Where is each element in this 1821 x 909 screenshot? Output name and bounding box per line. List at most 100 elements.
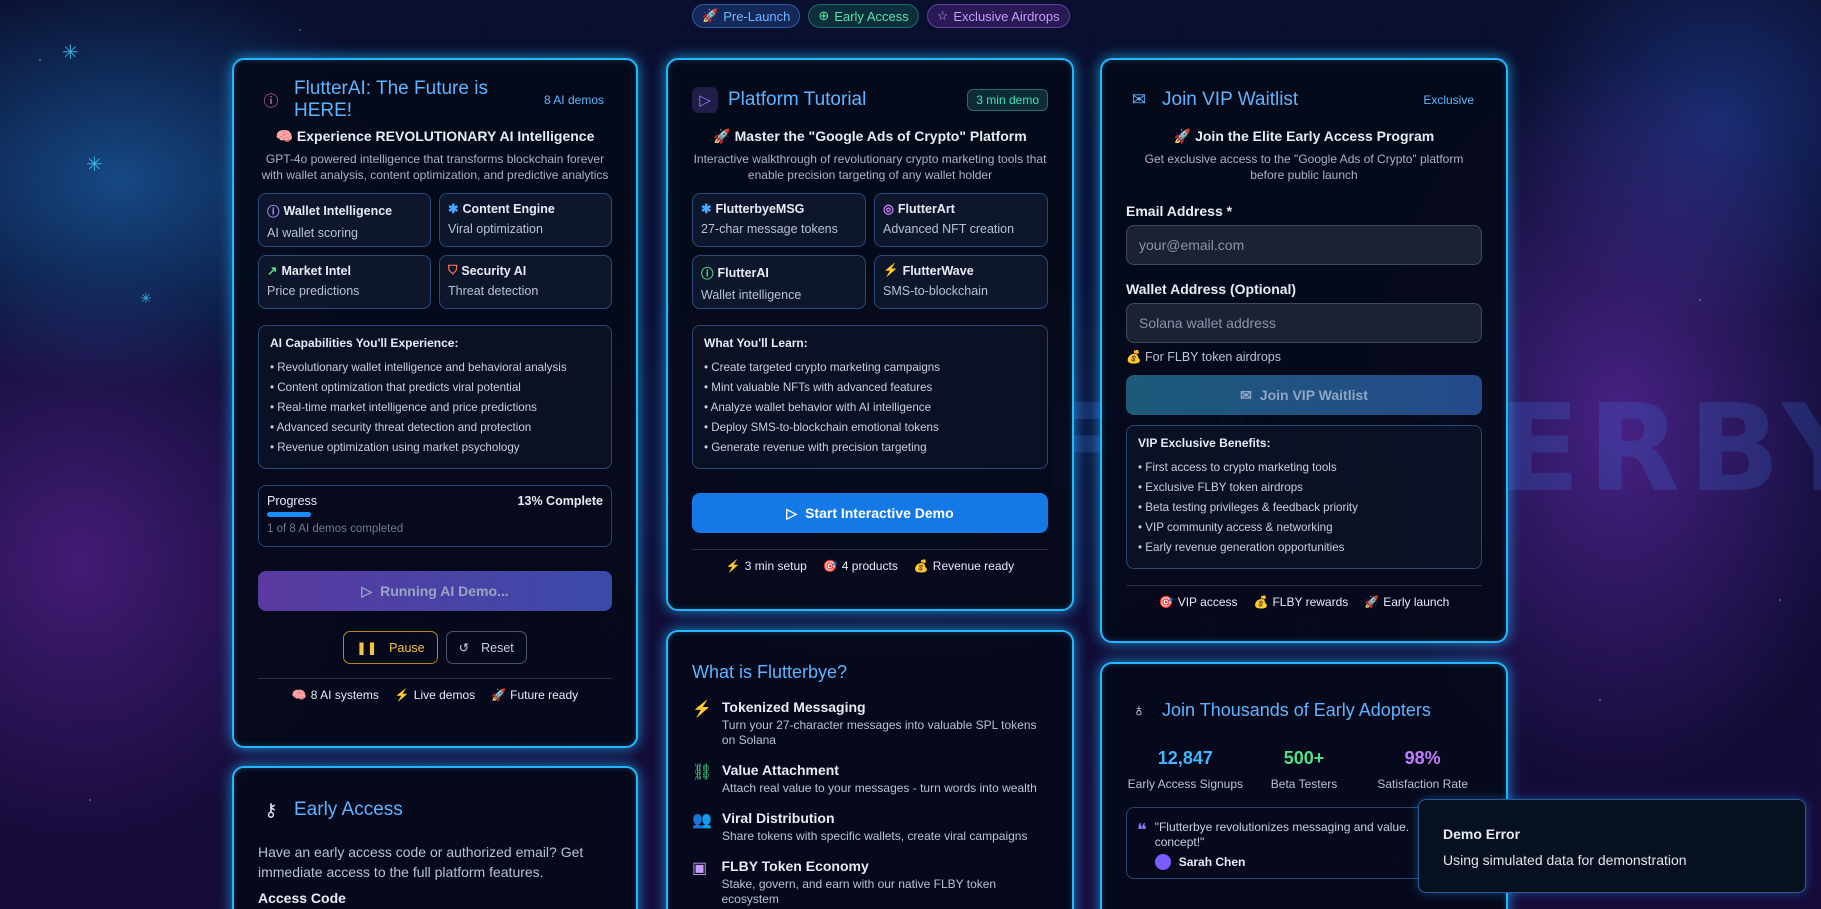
play-icon: ▷ — [786, 504, 798, 521]
join-vip-waitlist-button[interactable]: ✉ Join VIP Waitlist — [1126, 375, 1482, 415]
card-header: ⓘ FlutterAI: The Future is HERE! 8 AI de… — [258, 78, 612, 121]
card-subtitle: 🚀 Join the Elite Early Access Program — [1173, 128, 1435, 144]
product-title: FlutterArt — [897, 201, 955, 216]
feature-content-engine[interactable]: ✱ Content Engine Viral optimization — [439, 193, 612, 247]
email-label: Email Address * — [1126, 203, 1233, 219]
about-item-title: FLBY Token Economy — [721, 858, 869, 874]
progress-bar-fill — [267, 512, 311, 517]
card-title: Join VIP Waitlist — [1162, 89, 1299, 110]
reset-icon: ↺ — [458, 641, 470, 655]
about-item-desc: Share tokens with specific wallets, crea… — [722, 829, 1028, 843]
about-item-desc: Attach real value to your messages - tur… — [722, 781, 1037, 795]
pause-button[interactable]: ❚❚ Pause — [343, 631, 438, 664]
mail-icon: ✉ — [1131, 90, 1147, 109]
reset-button[interactable]: ↺ Reset — [445, 631, 527, 664]
key-icon: ⚷ — [264, 799, 278, 820]
lightning-icon: ⚡ — [883, 263, 899, 277]
trending-up-icon: ↗ — [267, 264, 278, 278]
about-item-flby-token-economy: ▣ FLBY Token Economy Stake, govern, and e… — [692, 858, 1048, 907]
brain-icon: ⓘ — [263, 92, 279, 110]
product-flutterai[interactable]: ⓘ FlutterAI Wallet intelligence — [692, 255, 866, 309]
wallet-hint: 💰 For FLBY token airdrops — [1126, 350, 1281, 364]
footer-item: 💰 Revenue ready — [913, 559, 1015, 573]
lightning-icon: ⚡ — [394, 688, 410, 702]
capabilities-box: AI Capabilities You'll Experience: • Rev… — [258, 325, 612, 469]
info-icon: ⓘ — [267, 205, 280, 219]
award-icon: ♁ — [1132, 699, 1146, 720]
about-item-desc: Turn your 27-character messages into val… — [721, 718, 1037, 747]
feature-security-ai[interactable]: ⛉ Security AI Threat detection — [439, 255, 612, 309]
card-footer: 🎯 VIP access 💰 FLBY rewards 🚀 Early launch — [1126, 585, 1482, 609]
button-label: Pause — [389, 640, 425, 655]
card-header: ♁ Join Thousands of Early Adopters — [1126, 690, 1482, 730]
wallet-address-field[interactable] — [1126, 303, 1482, 343]
palette-icon: ◎ — [883, 202, 894, 216]
lightning-icon: ⚡ — [725, 559, 741, 573]
product-flutterart[interactable]: ◎ FlutterArt Advanced NFT creation — [874, 193, 1048, 247]
feature-desc: Price predictions — [267, 284, 360, 298]
card-title: What is Flutterbye? — [692, 662, 848, 682]
card-subtitle: 🚀 Master the "Google Ads of Crypto" Plat… — [713, 128, 1027, 144]
shield-icon: ⛉ — [448, 263, 458, 277]
capability-item: • Advanced security threat detection and… — [270, 421, 532, 434]
testimonial-quote: "Flutterbye revolutionizes messaging and… — [1154, 820, 1410, 849]
error-toast[interactable]: Demo Error Using simulated data for demo… — [1418, 799, 1806, 893]
learn-item: • Generate revenue with precision target… — [704, 441, 927, 454]
stat-value: 500+ — [1283, 748, 1325, 768]
money-bag-icon: 💰 — [913, 559, 929, 573]
benefit-item: • Exclusive FLBY token airdrops — [1138, 481, 1303, 494]
about-item-title: Tokenized Messaging — [721, 699, 866, 715]
feature-title: Market Intel — [281, 263, 351, 278]
benefits-title: VIP Exclusive Benefits: — [1138, 436, 1271, 450]
learn-item: • Mint valuable NFTs with advanced featu… — [704, 381, 933, 394]
card-description: Get exclusive access to the "Google Ads … — [1144, 152, 1464, 182]
card-description: GPT-4o powered intelligence that transfo… — [261, 152, 609, 182]
exclusive-pill: Exclusive — [1423, 93, 1474, 107]
product-title: FlutterbyeMSG — [715, 201, 805, 216]
benefit-item: • Beta testing privileges & feedback pri… — [1138, 501, 1358, 514]
feature-grid: ⓘ Wallet Intelligence AI wallet scoring ✱… — [258, 193, 612, 309]
target-icon: 🎯 — [822, 559, 838, 573]
benefit-item: • Early revenue generation opportunities — [1138, 541, 1345, 554]
capabilities-title: AI Capabilities You'll Experience: — [270, 336, 459, 350]
product-grid: ✱ FlutterbyeMSG 27-char message tokens ◎ F… — [692, 193, 1048, 309]
footer-item: ⚡ 3 min setup — [725, 559, 807, 573]
learn-box: What You'll Learn: • Create targeted cry… — [692, 325, 1048, 469]
card-title: Platform Tutorial — [728, 89, 867, 110]
badge-label: Exclusive Airdrops — [953, 8, 1060, 24]
money-bag-icon: 💰 — [1253, 595, 1269, 609]
card-header: ▷ Platform Tutorial 3 min demo — [692, 80, 1048, 120]
stat-beta-testers: 500+ Beta Testers — [1245, 748, 1364, 791]
progress-note: 1 of 8 AI demos completed — [267, 523, 404, 535]
badge-early-access: ⊕ Early Access — [808, 4, 919, 28]
product-title: FlutterAI — [717, 265, 769, 280]
stat-label: Early Access Signups — [1127, 777, 1244, 791]
about-item-tokenized-messaging: ⚡ Tokenized Messaging Turn your 27-charac… — [692, 699, 1048, 748]
feature-market-intel[interactable]: ↗ Market Intel Price predictions — [258, 255, 431, 309]
benefit-item: • VIP community access & networking — [1138, 521, 1333, 534]
rocket-icon: 🚀 — [1364, 595, 1380, 609]
wallet-label: Wallet Address (Optional) — [1126, 281, 1297, 297]
start-interactive-demo-button[interactable]: ▷ Start Interactive Demo — [692, 493, 1048, 533]
feature-wallet-intelligence[interactable]: ⓘ Wallet Intelligence AI wallet scoring — [258, 193, 431, 247]
badge-pre-launch: 🚀 Pre-Launch — [692, 4, 801, 28]
stats-row: 12,847 Early Access Signups 500+ Beta Te… — [1126, 748, 1482, 791]
email-field[interactable] — [1126, 225, 1482, 265]
feature-desc: Threat detection — [448, 284, 539, 298]
globe-icon: ⊕ — [818, 8, 830, 23]
about-item-title: Viral Distribution — [722, 810, 835, 826]
flutterai-card: ⓘ FlutterAI: The Future is HERE! 8 AI de… — [232, 58, 638, 748]
learn-title: What You'll Learn: — [704, 336, 808, 350]
product-flutterwave[interactable]: ⚡ FlutterWave SMS-to-blockchain — [874, 255, 1048, 309]
coins-icon: ⛓ — [692, 764, 713, 781]
play-icon: ▷ — [361, 582, 373, 599]
product-flutterbyemsg[interactable]: ✱ FlutterbyeMSG 27-char message tokens — [692, 193, 866, 247]
play-icon: ▷ — [692, 87, 718, 113]
card-footer: 🧠 8 AI systems ⚡ Live demos 🚀 Future ready — [258, 678, 612, 702]
product-title: FlutterWave — [902, 263, 974, 278]
vip-waitlist-card: ✉ Join VIP Waitlist Exclusive 🚀 Join the… — [1100, 58, 1508, 643]
running-demo-button[interactable]: ▷ Running AI Demo... — [258, 571, 612, 611]
footer-item: 🎯 4 products — [822, 559, 898, 573]
about-item-value-attachment: ⛓ Value Attachment Attach real value to y… — [692, 762, 1048, 796]
feature-title: Wallet Intelligence — [283, 203, 393, 218]
